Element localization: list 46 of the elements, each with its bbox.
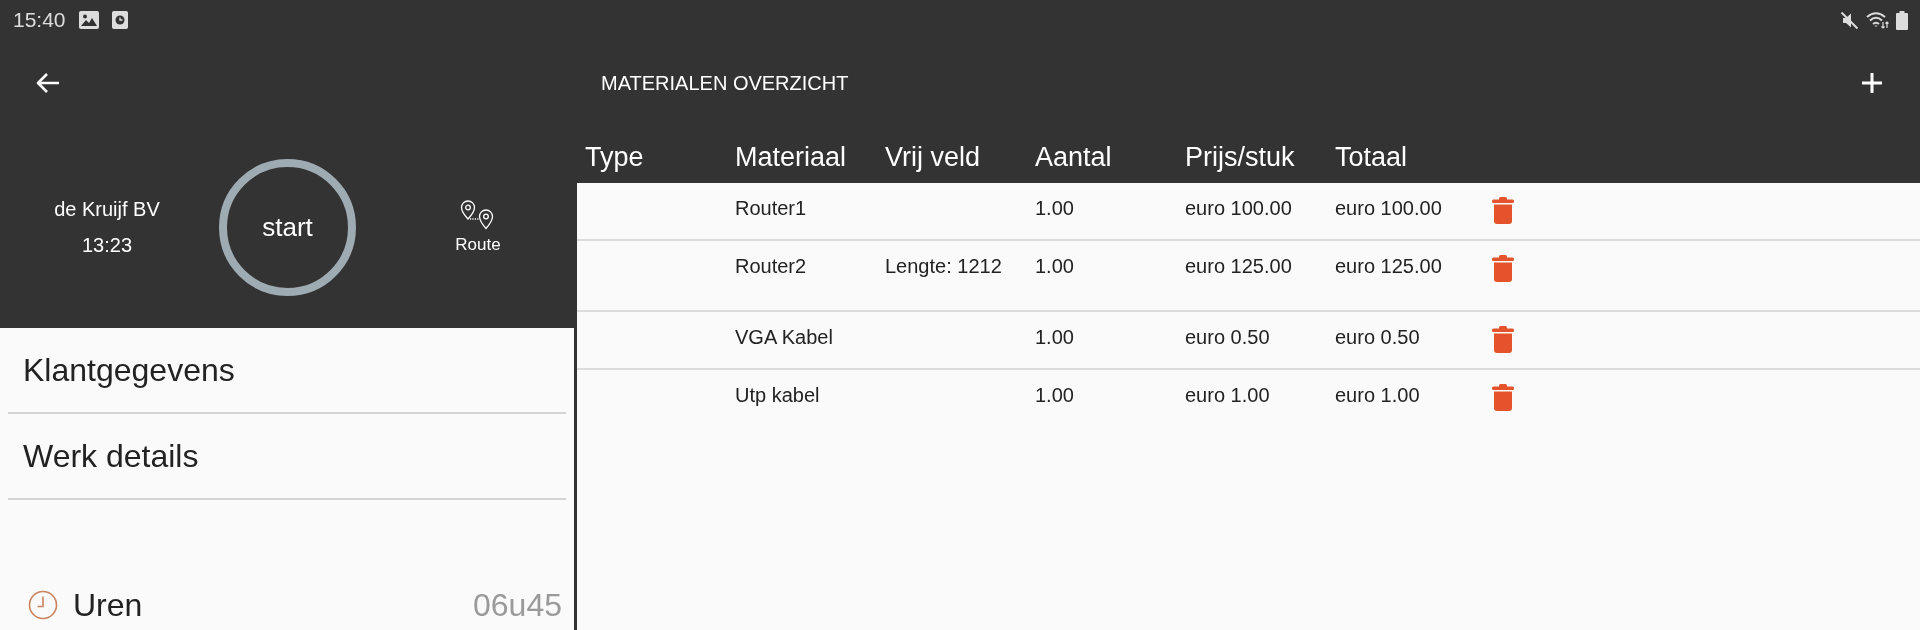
column-header: Vrij veld bbox=[885, 142, 981, 173]
trash-icon[interactable] bbox=[1492, 255, 1514, 282]
menu-item[interactable]: Klantgegevens bbox=[8, 328, 566, 414]
column-header: Materiaal bbox=[735, 142, 847, 173]
wifi-icon bbox=[1866, 10, 1889, 30]
table-cell: Router1 bbox=[735, 197, 807, 219]
trash-icon[interactable] bbox=[1492, 384, 1514, 411]
table-cell: euro 0.50 bbox=[1335, 326, 1420, 348]
image-icon bbox=[78, 11, 99, 29]
column-header: Totaal bbox=[1335, 142, 1408, 173]
column-header: Type bbox=[585, 142, 644, 173]
table-cell: 1.00 bbox=[1035, 326, 1074, 348]
route-button[interactable]: Route bbox=[455, 199, 501, 255]
table-cell: euro 125.00 bbox=[1185, 255, 1292, 277]
table-cell: euro 125.00 bbox=[1335, 255, 1442, 277]
column-header: Aantal bbox=[1035, 142, 1112, 173]
route-pins-icon bbox=[460, 199, 496, 230]
mute-icon bbox=[1840, 10, 1859, 30]
status-time: 15:40 bbox=[13, 7, 66, 33]
table-cell: euro 0.50 bbox=[1185, 326, 1270, 348]
table-cell: VGA Kabel bbox=[735, 326, 833, 348]
column-header: Prijs/stuk bbox=[1185, 142, 1295, 173]
trash-icon[interactable] bbox=[1492, 197, 1514, 224]
battery-icon bbox=[1896, 10, 1908, 30]
table-cell: Router2 bbox=[735, 255, 807, 277]
appointment-time: 13:23 bbox=[81, 233, 133, 258]
table-cell: 1.00 bbox=[1035, 255, 1074, 277]
table-cell: 1.00 bbox=[1035, 197, 1074, 219]
plus-icon[interactable] bbox=[1861, 72, 1883, 94]
table-cell: euro 1.00 bbox=[1185, 384, 1270, 406]
table-cell: euro 100.00 bbox=[1185, 197, 1292, 219]
page-title: MATERIALEN OVERZICHT bbox=[601, 71, 849, 95]
hours-label: Uren bbox=[73, 586, 143, 624]
hours-value: 06u45 bbox=[473, 586, 562, 624]
table-cell: euro 100.00 bbox=[1335, 197, 1442, 219]
clock-icon bbox=[28, 590, 58, 620]
table-cell: euro 1.00 bbox=[1335, 384, 1420, 406]
customer-name: de Kruijf BV bbox=[54, 197, 160, 222]
start-button[interactable]: start bbox=[219, 158, 356, 296]
table-cell: Lengte: 1212 bbox=[885, 255, 1002, 277]
clock-tile-icon bbox=[111, 11, 128, 29]
back-icon[interactable] bbox=[35, 71, 61, 95]
table-cell: 1.00 bbox=[1035, 384, 1074, 406]
trash-icon[interactable] bbox=[1492, 326, 1514, 353]
menu-item[interactable]: Werk details bbox=[8, 414, 566, 500]
table-cell: Utp kabel bbox=[735, 384, 820, 406]
